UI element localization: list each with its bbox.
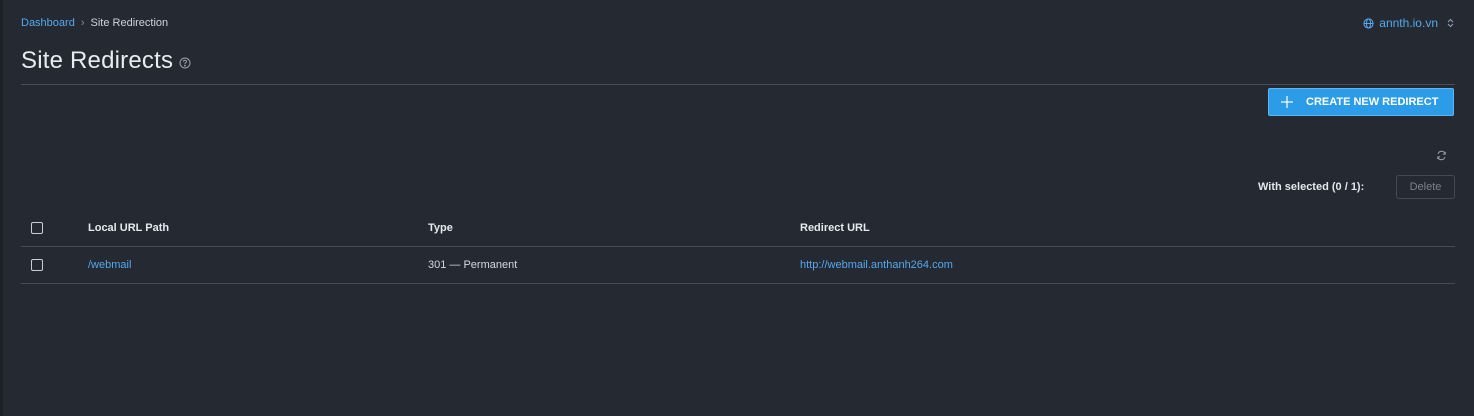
redirect-type: 301 — Permanent [428, 259, 518, 271]
redirect-url-link[interactable]: http://webmail.anthanh264.com [800, 247, 953, 283]
globe-icon [1363, 17, 1374, 29]
row-select-checkbox[interactable] [31, 259, 43, 271]
breadcrumb-dashboard-link[interactable]: Dashboard [21, 17, 75, 29]
site-switcher[interactable]: annth.io.vn [1363, 16, 1454, 30]
row-select-cell [31, 247, 43, 283]
help-circle-icon[interactable] [179, 57, 191, 69]
redirects-table: Local URL Path Type Redirect URL /webmai… [21, 210, 1455, 284]
table-header-row: Local URL Path Type Redirect URL [21, 210, 1455, 247]
select-all-checkbox[interactable] [31, 222, 43, 234]
column-header-local-url-path[interactable]: Local URL Path [88, 210, 169, 246]
chevron-updown-icon [1447, 18, 1454, 28]
column-header-type[interactable]: Type [428, 210, 453, 246]
delete-button[interactable]: Delete [1396, 175, 1455, 199]
refresh-icon[interactable] [1436, 150, 1447, 161]
with-selected-label: With selected (0 / 1): [1258, 181, 1365, 193]
create-new-redirect-button[interactable]: CREATE NEW REDIRECT [1268, 88, 1454, 116]
page-title: Site Redirects [21, 47, 174, 74]
column-header-redirect-url[interactable]: Redirect URL [800, 210, 870, 246]
create-new-redirect-label: CREATE NEW REDIRECT [1306, 96, 1439, 108]
site-switcher-domain: annth.io.vn [1379, 16, 1438, 30]
title-row: Site Redirects [21, 47, 191, 75]
table-row: /webmail 301 — Permanent http://webmail.… [21, 247, 1455, 284]
title-divider [21, 84, 1455, 85]
breadcrumb: Dashboard › Site Redirection [21, 17, 168, 29]
select-all-cell [31, 210, 43, 246]
plus-icon [1280, 95, 1294, 109]
chevron-right-icon: › [80, 17, 85, 29]
site-redirects-page: Dashboard › Site Redirection annth.io.vn… [0, 0, 1474, 416]
breadcrumb-current: Site Redirection [90, 17, 169, 29]
local-url-path-link[interactable]: /webmail [88, 247, 131, 283]
